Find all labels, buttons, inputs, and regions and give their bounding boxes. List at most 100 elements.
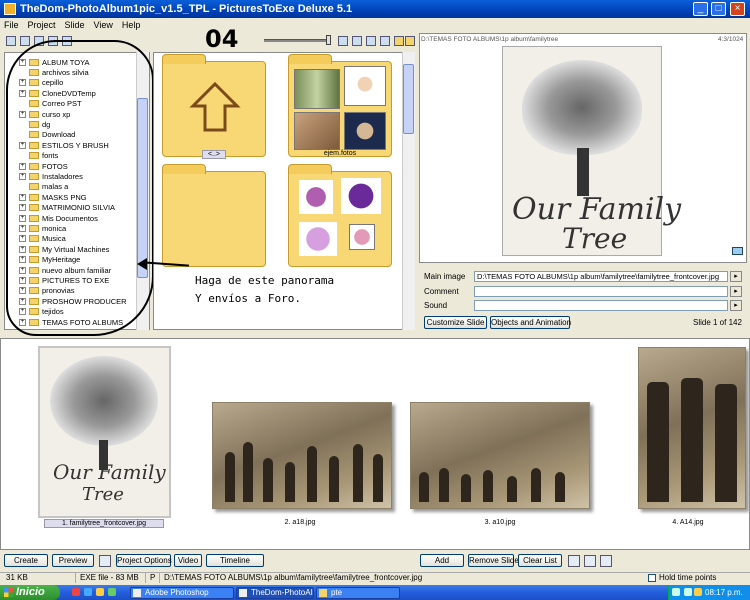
photo-figure — [715, 384, 737, 502]
status-p: P — [148, 573, 160, 583]
clock: 08:17 p.m. — [705, 588, 743, 597]
maximize-button[interactable]: □ — [711, 2, 726, 16]
slide-caption-4: 4. A14.jpg — [672, 519, 704, 526]
folder-item[interactable] — [162, 164, 266, 267]
overlay-number: 04 — [205, 25, 239, 53]
folder-preview-photo — [344, 66, 386, 106]
close-button[interactable]: × — [730, 2, 745, 16]
menu-bar: File Project Slide View Help — [0, 18, 750, 31]
status-exe-size: EXE file - 83 MB — [78, 573, 146, 583]
create-button[interactable]: Create — [4, 554, 48, 567]
view-mode-icon[interactable] — [366, 36, 376, 46]
main-image-field[interactable]: D:\TEMAS FOTO ALBUMS\1p album\familytree… — [474, 271, 728, 282]
task-photoshop[interactable]: Adobe Photoshop — [130, 587, 234, 599]
new-project-icon[interactable] — [6, 36, 16, 46]
photo-figure — [263, 458, 273, 502]
slide-caption-3: 3. a10.jpg — [484, 519, 516, 526]
thumbnail-size-slider[interactable] — [264, 39, 330, 42]
up-arrow-icon — [189, 81, 241, 132]
open-project-icon[interactable] — [20, 36, 30, 46]
comment-edit-icon[interactable]: ▸ — [730, 286, 742, 297]
sound-field[interactable] — [474, 300, 728, 311]
folder-tab — [162, 54, 206, 64]
folder-item-ejem-fotos[interactable] — [288, 54, 392, 157]
windows-flag-icon — [4, 588, 13, 597]
folder-tab — [288, 164, 332, 174]
folder-preview-photo — [299, 222, 337, 256]
photo-figure — [507, 476, 517, 502]
slider-handle[interactable] — [326, 35, 331, 45]
photo-figure — [647, 382, 669, 502]
folder-preview-photo — [344, 112, 386, 150]
picturestoexe-icon — [239, 589, 247, 597]
browse-sound-icon[interactable]: ▸ — [730, 300, 742, 311]
tray-network-icon[interactable] — [672, 588, 680, 596]
overlay-note: Haga de este panorama Y envíos a Foro. — [195, 272, 334, 308]
folder-preview-photo — [294, 69, 340, 109]
photoshop-icon — [133, 589, 141, 597]
preview-title-line-2: Tree — [562, 222, 628, 255]
menu-file[interactable]: File — [4, 20, 19, 30]
thumbnails-icon[interactable] — [380, 36, 390, 46]
menu-project[interactable]: Project — [28, 20, 56, 30]
project-options-button[interactable]: Project Options — [116, 554, 172, 567]
parent-folder-item[interactable] — [162, 54, 266, 157]
task-pte-folder[interactable]: pte — [316, 587, 400, 599]
folder-item-flowers[interactable] — [288, 164, 392, 267]
copy-slide-icon[interactable] — [584, 555, 596, 567]
screensaver-icon[interactable] — [99, 555, 111, 567]
slide1-title-line-1: Our Family — [53, 460, 166, 484]
folder-icon[interactable] — [394, 36, 404, 46]
slide-thumbnail-2[interactable] — [212, 402, 392, 509]
tree-canopy — [522, 60, 642, 155]
hold-time-points-label: Hold time points — [659, 573, 717, 582]
customize-slide-button[interactable]: Customize Slide — [424, 316, 487, 329]
photo-figure — [329, 456, 339, 502]
menu-slide[interactable]: Slide — [65, 20, 85, 30]
remove-slide-button[interactable]: Remove Slide — [468, 554, 519, 567]
quicklaunch-icon[interactable] — [84, 588, 92, 596]
folder-icon — [319, 589, 327, 597]
photo-figure — [531, 468, 541, 502]
tray-volume-icon[interactable] — [684, 588, 692, 596]
task-label: TheDom-PhotoAlb... — [251, 588, 313, 597]
file-browser-scroll-thumb[interactable] — [403, 64, 414, 134]
minimize-button[interactable]: _ — [693, 2, 708, 16]
note-line-2: Y envíos a Foro. — [195, 292, 301, 305]
parent-folder-caption: <..> — [202, 150, 226, 159]
quicklaunch-icon[interactable] — [108, 588, 116, 596]
slide-counter: Slide 1 of 142 — [693, 318, 742, 327]
slide-thumbnail-4[interactable] — [638, 347, 746, 509]
photo-figure — [225, 452, 235, 502]
preview-button[interactable]: Preview — [52, 554, 94, 567]
menu-view[interactable]: View — [94, 20, 113, 30]
add-button[interactable]: Add — [420, 554, 464, 567]
folder-tab — [162, 164, 206, 174]
comment-field[interactable] — [474, 286, 728, 297]
text-style-icon[interactable] — [352, 36, 362, 46]
note-line-1: Haga de este panorama — [195, 274, 335, 287]
paste-slide-icon[interactable] — [600, 555, 612, 567]
quicklaunch-icon[interactable] — [96, 588, 104, 596]
slide-thumbnail-3[interactable] — [410, 402, 590, 509]
text-icon[interactable] — [338, 36, 348, 46]
tray-app-icon[interactable] — [694, 588, 702, 596]
text-tool-icon[interactable] — [568, 555, 580, 567]
photo-figure — [419, 472, 429, 502]
hold-time-points-checkbox[interactable] — [648, 574, 656, 582]
photo-figure — [243, 442, 253, 502]
slide-caption-2: 2. a18.jpg — [284, 519, 316, 526]
video-button[interactable]: Video — [174, 554, 202, 567]
photo-figure — [555, 472, 565, 502]
slide1-title-line-2: Tree — [82, 484, 124, 505]
task-picturestoexe[interactable]: TheDom-PhotoAlb... — [236, 587, 314, 599]
new-folder-icon[interactable] — [405, 36, 415, 46]
quicklaunch-icon[interactable] — [72, 588, 80, 596]
fullscreen-preview-icon[interactable] — [732, 247, 743, 255]
clear-list-button[interactable]: Clear List — [518, 554, 562, 567]
timeline-button[interactable]: Timeline — [206, 554, 264, 567]
menu-help[interactable]: Help — [122, 20, 141, 30]
browse-image-icon[interactable]: ▸ — [730, 271, 742, 282]
window-title: TheDom-PhotoAlbum1pic_v1.5_TPL - Picture… — [20, 3, 353, 15]
objects-animation-button[interactable]: Objects and Animation — [490, 316, 571, 329]
